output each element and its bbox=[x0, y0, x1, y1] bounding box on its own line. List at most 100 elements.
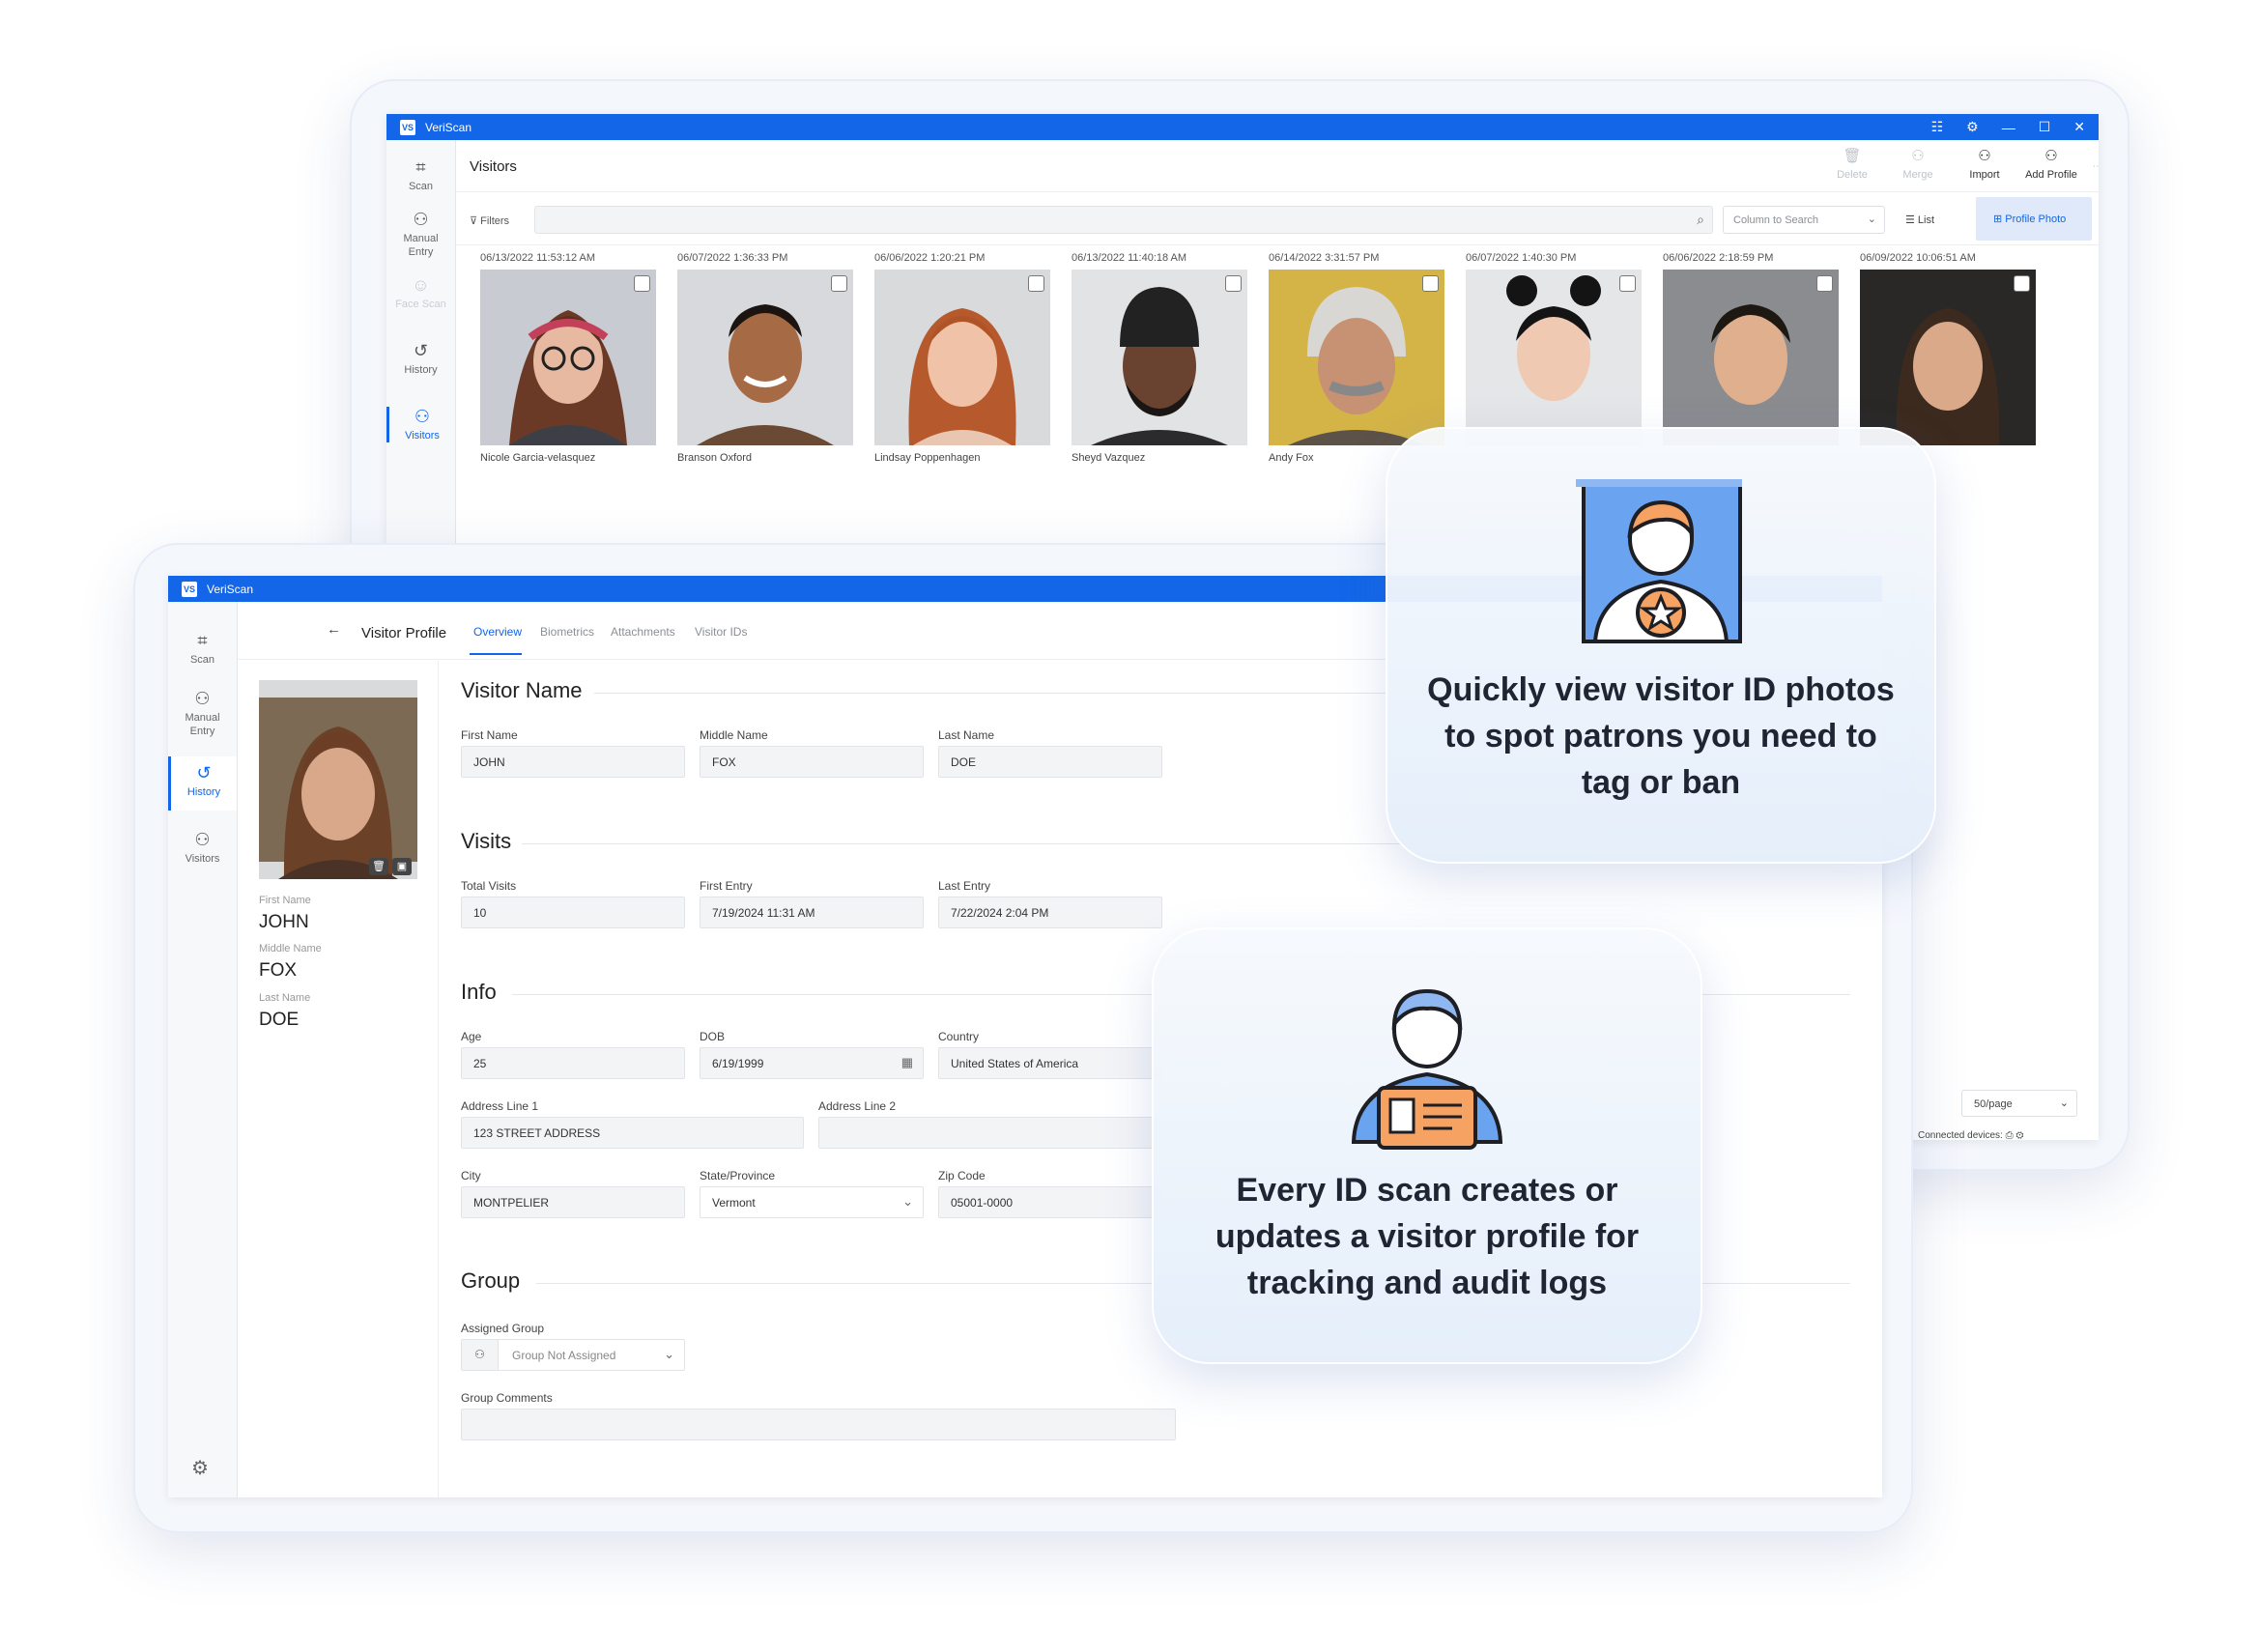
visitor-date: 06/07/2022 1:36:33 PM bbox=[677, 252, 788, 264]
visitor-date: 06/07/2022 1:40:30 PM bbox=[1466, 252, 1577, 264]
history-icon: ↺ bbox=[413, 341, 429, 360]
select-checkbox[interactable] bbox=[1816, 275, 1833, 292]
first-name-label: First Name bbox=[461, 728, 518, 742]
visitor-card[interactable]: 06/07/2022 1:40:30 PM bbox=[1466, 252, 1643, 452]
select-checkbox[interactable] bbox=[634, 275, 650, 292]
visitor-photo bbox=[677, 270, 853, 445]
section-visits: Visits bbox=[461, 829, 512, 853]
address-line-1-field[interactable]: 123 STREET ADDRESS bbox=[461, 1117, 804, 1149]
profile-photo-view-button[interactable]: ⊞ Profile Photo bbox=[1976, 197, 2092, 241]
sidebar-item-scan[interactable]: ⌗ Scan bbox=[168, 631, 237, 667]
visitor-card[interactable]: 06/06/2022 1:20:21 PM Lindsay Poppenhage… bbox=[874, 252, 1052, 464]
visitor-name: Lindsay Poppenhagen bbox=[874, 452, 981, 464]
profile-photo: 🗑 ▣ bbox=[259, 680, 417, 879]
gear-icon[interactable]: ⚙ bbox=[191, 1456, 209, 1480]
callout-photos-text: Quickly view visitor ID photos to spot p… bbox=[1427, 671, 1895, 801]
visitor-date: 06/14/2022 3:31:57 PM bbox=[1269, 252, 1380, 264]
tab-biometrics[interactable]: Biometrics bbox=[540, 625, 594, 639]
minimize-button[interactable]: — bbox=[2002, 120, 2015, 135]
sidebar-item-manual-entry[interactable]: ⚇ Manual Entry bbox=[386, 210, 455, 259]
city-field[interactable]: MONTPELIER bbox=[461, 1186, 685, 1218]
visitor-card[interactable]: 06/07/2022 1:36:33 PM Branson Oxford bbox=[677, 252, 855, 464]
tab-visitor-ids[interactable]: Visitor IDs bbox=[695, 625, 747, 639]
filters-button[interactable]: ⊽ Filters bbox=[470, 214, 509, 227]
delete-button[interactable]: 🗑 Delete bbox=[1822, 148, 1882, 182]
address-line-2-label: Address Line 2 bbox=[818, 1099, 897, 1113]
layout-icon[interactable]: ☷ bbox=[1931, 119, 1944, 135]
chevron-down-icon: ⌄ bbox=[1867, 214, 1876, 225]
first-name-field[interactable]: JOHN bbox=[461, 746, 685, 778]
close-button[interactable]: ✕ bbox=[2073, 119, 2085, 135]
zip-code-field[interactable]: 05001-0000 bbox=[938, 1186, 1162, 1218]
select-checkbox[interactable] bbox=[1422, 275, 1439, 292]
country-label: Country bbox=[938, 1030, 980, 1043]
visitor-card[interactable]: 06/09/2022 10:06:51 AM bbox=[1860, 252, 2038, 452]
age-field[interactable]: 25 bbox=[461, 1047, 685, 1079]
sidebar-item-manual-entry[interactable]: ⚇ Manual Entry bbox=[168, 689, 237, 738]
maximize-button[interactable]: ☐ bbox=[2039, 119, 2051, 135]
state-select[interactable]: Vermont ⌄ bbox=[700, 1186, 924, 1218]
select-checkbox[interactable] bbox=[1619, 275, 1636, 292]
sidebar: ⌗ Scan ⚇ Manual Entry ↺ History ⚇ Visitors ⚙ bbox=[168, 602, 238, 1497]
more-button[interactable]: ··· bbox=[2068, 159, 2100, 173]
country-select[interactable]: United States of America bbox=[938, 1047, 1162, 1079]
dob-field[interactable]: 6/19/1999 ▦ bbox=[700, 1047, 924, 1079]
sidebar-item-visitors[interactable]: ⚇ Visitors bbox=[168, 830, 237, 866]
select-checkbox[interactable] bbox=[2014, 275, 2030, 292]
middle-name-label: Middle Name bbox=[700, 728, 768, 742]
device-icon: ⎙ ⚙ bbox=[2005, 1130, 2024, 1140]
select-checkbox[interactable] bbox=[1028, 275, 1044, 292]
page-size-select[interactable]: 50/page ⌄ bbox=[1961, 1090, 2077, 1117]
visitor-date: 06/13/2022 11:40:18 AM bbox=[1072, 252, 1187, 264]
settings-icon[interactable]: ⚙ bbox=[1966, 119, 1979, 135]
select-checkbox[interactable] bbox=[1225, 275, 1242, 292]
visitor-date: 06/09/2022 10:06:51 AM bbox=[1860, 252, 1976, 264]
callout-scan: Every ID scan creates or updates a visit… bbox=[1152, 927, 1702, 1364]
address-line-1-label: Address Line 1 bbox=[461, 1099, 539, 1113]
visitor-card[interactable]: 06/13/2022 11:53:12 AM Nicole Garcia-vel… bbox=[480, 252, 658, 464]
assigned-group-select[interactable]: ⚇ Group Not Assigned ⌄ bbox=[461, 1339, 685, 1371]
address-line-2-field[interactable] bbox=[818, 1117, 1162, 1149]
sidebar-item-visitors[interactable]: ⚇ Visitors bbox=[386, 407, 455, 442]
first-entry-field[interactable]: 7/19/2024 11:31 AM bbox=[700, 897, 924, 928]
trash-icon[interactable]: 🗑 bbox=[369, 858, 388, 875]
total-visits-field[interactable]: 10 bbox=[461, 897, 685, 928]
middle-name-value: FOX bbox=[259, 960, 298, 981]
last-entry-field[interactable]: 7/22/2024 2:04 PM bbox=[938, 897, 1162, 928]
list-icon: ☰ bbox=[1905, 214, 1918, 226]
search-icon: ⌕ bbox=[1697, 212, 1704, 227]
visitor-date: 06/13/2022 11:53:12 AM bbox=[480, 252, 596, 264]
middle-name-field[interactable]: FOX bbox=[700, 746, 924, 778]
sidebar-item-scan[interactable]: ⌗ Scan bbox=[386, 157, 455, 193]
visitor-card[interactable]: 06/06/2022 2:18:59 PM bbox=[1663, 252, 1841, 452]
search-input[interactable]: ⌕ bbox=[534, 206, 1713, 234]
group-comments-field[interactable] bbox=[461, 1409, 1176, 1440]
visitor-name: Nicole Garcia-velasquez bbox=[480, 452, 596, 464]
last-name-field[interactable]: DOE bbox=[938, 746, 1162, 778]
tab-attachments[interactable]: Attachments bbox=[611, 625, 675, 639]
import-icon: ⚇ bbox=[1978, 148, 1991, 164]
merge-button[interactable]: ⚇ Merge bbox=[1888, 148, 1948, 182]
chevron-down-icon: ⌄ bbox=[2059, 1097, 2069, 1109]
sidebar-item-history[interactable]: ↺ History bbox=[168, 756, 237, 811]
last-name-value: DOE bbox=[259, 1010, 300, 1030]
last-name-label: Last Name bbox=[259, 992, 311, 1004]
select-checkbox[interactable] bbox=[831, 275, 847, 292]
calendar-icon[interactable]: ▦ bbox=[901, 1055, 913, 1070]
import-button[interactable]: ⚇ Import bbox=[1955, 148, 2015, 182]
tab-overview[interactable]: Overview bbox=[473, 625, 522, 639]
sidebar-item-history[interactable]: ↺ History bbox=[386, 341, 455, 377]
visitor-card[interactable]: 06/13/2022 11:40:18 AM Sheyd Vazquez bbox=[1072, 252, 1249, 464]
group-comments-label: Group Comments bbox=[461, 1391, 553, 1405]
list-view-button[interactable]: ☰ List bbox=[1905, 214, 1934, 226]
back-arrow-icon[interactable]: ← bbox=[327, 621, 341, 638]
last-entry-label: Last Entry bbox=[938, 879, 991, 893]
visitor-badge-icon bbox=[1576, 479, 1742, 643]
sidebar-item-face-scan[interactable]: ☺ Face Scan bbox=[386, 275, 455, 311]
column-to-search-select[interactable]: Column to Search ⌄ bbox=[1723, 206, 1885, 234]
group-icon: ⚇ bbox=[462, 1340, 499, 1370]
visitors-header: Visitors 🗑 Delete ⚇ Merge ⚇ Import ⚇ Add Pro… bbox=[456, 140, 2099, 192]
visitor-name: Branson Oxford bbox=[677, 452, 753, 464]
tab-underline bbox=[470, 653, 522, 655]
camera-icon[interactable]: ▣ bbox=[392, 858, 412, 875]
